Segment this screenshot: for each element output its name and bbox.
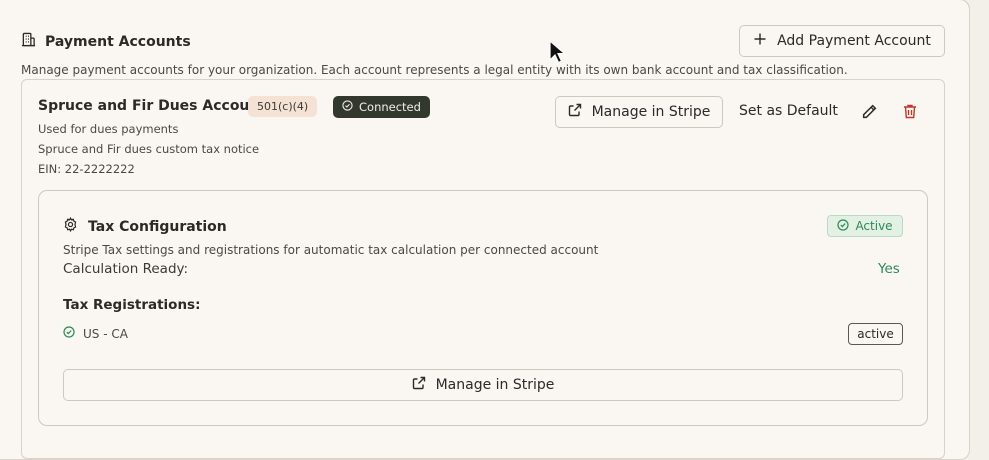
trash-icon[interactable] (902, 103, 918, 124)
external-link-icon (568, 103, 582, 121)
registration-status-badge: active (848, 323, 903, 345)
tax-classification-badge: 501(c)(4) (248, 96, 318, 117)
add-payment-account-label: Add Payment Account (777, 33, 931, 49)
mouse-cursor-icon (549, 39, 567, 68)
tax-active-badge: Active (827, 215, 903, 237)
manage-in-stripe-button[interactable]: Manage in Stripe (555, 96, 723, 128)
add-payment-account-button[interactable]: Add Payment Account (739, 25, 945, 57)
tax-manage-in-stripe-label: Manage in Stripe (435, 377, 555, 393)
tax-manage-in-stripe-button[interactable]: Manage in Stripe (63, 369, 903, 401)
tax-configuration-title: Tax Configuration (88, 218, 227, 235)
account-tax-notice: Spruce and Fir dues custom tax notice (38, 142, 260, 156)
check-circle-icon (63, 326, 75, 341)
set-as-default-button[interactable]: Set as Default (739, 103, 838, 119)
list-item: US - CA (63, 326, 128, 341)
connected-label: Connected (359, 100, 421, 114)
tax-registrations-title: Tax Registrations: (63, 297, 201, 313)
account-name: Spruce and Fir Dues Account (38, 98, 267, 114)
calculation-ready-label: Calculation Ready: (63, 261, 189, 277)
check-circle-icon (837, 218, 850, 234)
gear-icon (63, 216, 78, 236)
building-icon (21, 32, 36, 51)
section-title: Payment Accounts (45, 33, 191, 50)
tax-configuration-header: Tax Configuration (63, 216, 227, 236)
pencil-icon[interactable] (861, 103, 878, 124)
connected-status-badge: Connected (333, 96, 430, 118)
external-link-icon (412, 376, 426, 394)
account-purpose: Used for dues payments (38, 122, 179, 136)
registration-region: US - CA (83, 326, 128, 341)
check-circle-icon (342, 100, 353, 114)
tax-configuration-description: Stripe Tax settings and registrations fo… (63, 243, 599, 257)
plus-icon (753, 32, 767, 50)
section-description: Manage payment accounts for your organiz… (21, 63, 848, 77)
calculation-ready-value: Yes (878, 261, 900, 277)
active-label: Active (855, 219, 893, 233)
manage-in-stripe-label: Manage in Stripe (591, 104, 711, 120)
section-header: Payment Accounts (21, 32, 191, 51)
account-ein: EIN: 22-2222222 (38, 162, 135, 176)
